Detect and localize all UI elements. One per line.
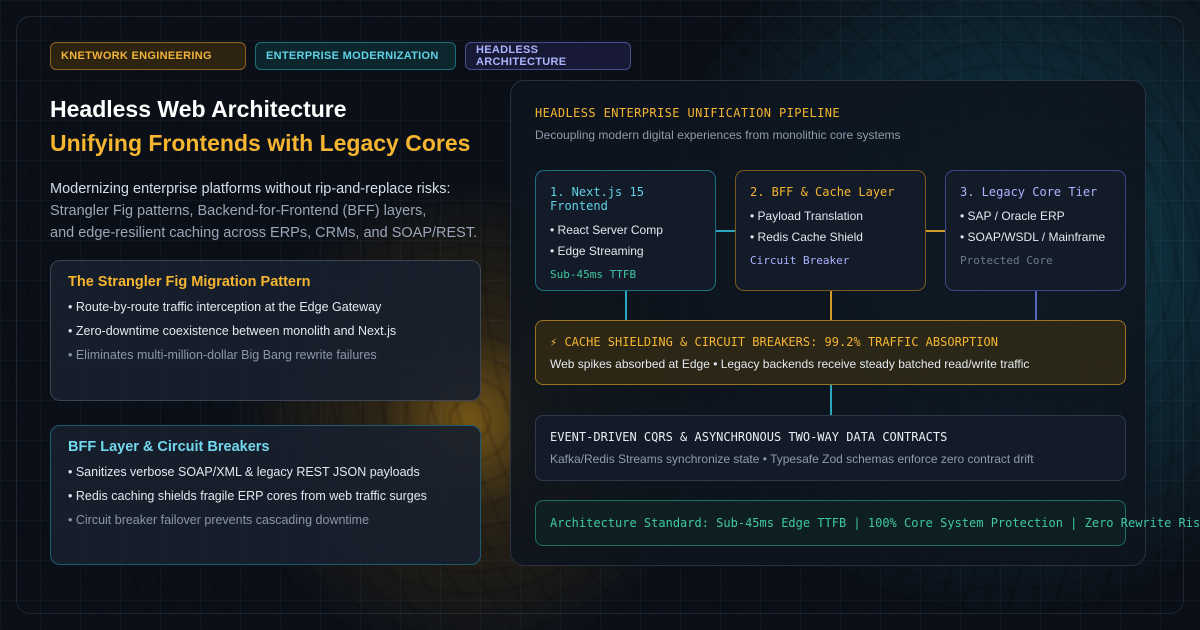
event-title: EVENT-DRIVEN CQRS & ASYNCHRONOUS TWO-WAY… — [550, 430, 948, 444]
pipeline-subtitle: Decoupling modern digital experiences fr… — [535, 128, 901, 142]
node-footer: Sub-45ms TTFB — [550, 268, 637, 281]
strangler-fig-card: The Strangler Fig Migration Pattern • Ro… — [50, 260, 481, 401]
architecture-standard-text: Architecture Standard: Sub-45ms Edge TTF… — [550, 516, 1200, 530]
cache-shielding-box: ⚡ CACHE SHIELDING & CIRCUIT BREAKERS: 99… — [535, 320, 1126, 385]
node-item: • React Server Comp — [550, 223, 663, 237]
node-legacy-core: 3. Legacy Core Tier • SAP / Oracle ERP •… — [945, 170, 1126, 291]
node-bff-cache: 2. BFF & Cache Layer • Payload Translati… — [735, 170, 926, 291]
node-item: • SOAP/WSDL / Mainframe — [960, 230, 1106, 244]
node-title: 1. Next.js 15 Frontend — [550, 185, 644, 213]
intro-line-2: Strangler Fig patterns, Backend-for-Fron… — [50, 203, 427, 219]
node-item: • SAP / Oracle ERP — [960, 209, 1065, 223]
list-item: • Sanitizes verbose SOAP/XML & legacy RE… — [68, 465, 420, 479]
pipeline-title: HEADLESS ENTERPRISE UNIFICATION PIPELINE — [535, 106, 840, 120]
card-title: BFF Layer & Circuit Breakers — [68, 439, 270, 455]
node-title: 2. BFF & Cache Layer — [750, 185, 895, 199]
tag-enterprise-modernization: ENTERPRISE MODERNIZATION — [255, 42, 456, 70]
list-item: • Redis caching shields fragile ERP core… — [68, 489, 427, 503]
bff-circuit-breakers-card: BFF Layer & Circuit Breakers • Sanitizes… — [50, 425, 481, 565]
intro-line-3: and edge-resilient caching across ERPs, … — [50, 225, 478, 241]
node-item: • Payload Translation — [750, 209, 863, 223]
intro-text: Modernizing enterprise platforms without… — [50, 178, 490, 244]
connector-bff-cache — [830, 291, 832, 320]
intro-line-1: Modernizing enterprise platforms without… — [50, 181, 451, 197]
list-item: • Circuit breaker failover prevents casc… — [68, 513, 370, 527]
connector-bff-core — [926, 230, 945, 232]
event-subtitle: Kafka/Redis Streams synchronize state • … — [550, 452, 1034, 466]
connector-frontend-cache — [625, 291, 627, 320]
card-title: The Strangler Fig Migration Pattern — [68, 274, 311, 290]
connector-frontend-bff — [716, 230, 735, 232]
connector-core-cache — [1035, 291, 1037, 320]
connector-cache-event — [830, 385, 832, 415]
cache-title: ⚡ CACHE SHIELDING & CIRCUIT BREAKERS: 99… — [550, 335, 998, 349]
tag-knetwork-engineering: KNETWORK ENGINEERING — [50, 42, 246, 70]
page-title: Headless Web Architecture — [50, 96, 347, 122]
tag-headless-architecture: HEADLESS ARCHITECTURE — [465, 42, 631, 70]
architecture-standard-box: Architecture Standard: Sub-45ms Edge TTF… — [535, 500, 1200, 546]
node-footer: Circuit Breaker — [750, 254, 850, 267]
list-item: • Eliminates multi-million-dollar Big Ba… — [68, 348, 377, 362]
list-item: • Zero-downtime coexistence between mono… — [68, 324, 397, 338]
node-item: • Redis Cache Shield — [750, 230, 863, 244]
event-driven-box: EVENT-DRIVEN CQRS & ASYNCHRONOUS TWO-WAY… — [535, 415, 1126, 481]
node-title: 3. Legacy Core Tier — [960, 185, 1098, 199]
node-footer: Protected Core — [960, 254, 1053, 267]
cache-subtitle: Web spikes absorbed at Edge • Legacy bac… — [550, 357, 1030, 371]
node-frontend: 1. Next.js 15 Frontend • React Server Co… — [535, 170, 716, 291]
node-item: • Edge Streaming — [550, 244, 644, 258]
page-subtitle: Unifying Frontends with Legacy Cores — [50, 130, 471, 156]
list-item: • Route-by-route traffic interception at… — [68, 300, 382, 314]
